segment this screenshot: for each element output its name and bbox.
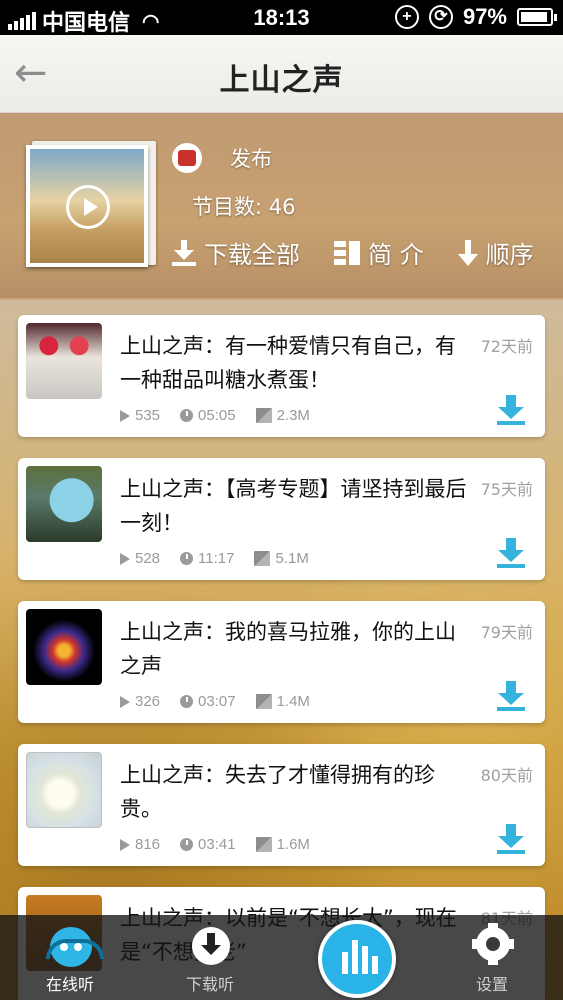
track-title: 上山之声：失去了才懂得拥有的珍贵。	[120, 763, 435, 821]
track-card[interactable]: 上山之声：【高考专题】请坚持到最后一刻！ 75天前 528 11:17 5.1M	[18, 458, 545, 580]
download-icon[interactable]	[497, 681, 525, 713]
track-meta: 816 03:41 1.6M	[120, 836, 310, 853]
play-count-icon	[120, 838, 130, 851]
file-size-icon	[255, 694, 272, 709]
clock-icon	[180, 838, 194, 851]
download-all-button[interactable]: 下载全部	[172, 235, 300, 270]
track-age: 79天前	[480, 623, 533, 642]
status-bar: 中国电信 ◠ 18:13 + ⟳ 97%	[0, 0, 563, 35]
track-meta: 535 05:05 2.3M	[120, 407, 310, 424]
file-size-icon	[255, 837, 272, 852]
intro-button[interactable]: 简 介	[334, 235, 424, 270]
tab-settings[interactable]: 设置	[432, 915, 552, 1000]
track-thumbnail	[26, 752, 102, 828]
gear-icon	[472, 923, 514, 965]
track-thumbnail	[26, 323, 102, 399]
online-listen-icon	[46, 927, 104, 967]
track-meta: 528 11:17 5.1M	[120, 550, 309, 567]
tab-online[interactable]: 在线听	[10, 915, 130, 1000]
track-card[interactable]: 上山之声：失去了才懂得拥有的珍贵。 80天前 816 03:41 1.6M	[18, 744, 545, 866]
intro-icon	[334, 240, 360, 265]
episode-count: 节目数: 46	[192, 195, 296, 219]
publisher-row: 发布	[172, 143, 272, 173]
album-cover[interactable]	[26, 141, 156, 271]
download-all-icon	[172, 239, 196, 266]
track-card[interactable]: 上山之声：我的喜马拉雅，你的上山之声 79天前 326 03:07 1.4M	[18, 601, 545, 723]
play-count-icon	[120, 552, 130, 565]
track-meta: 326 03:07 1.4M	[120, 693, 310, 710]
track-age: 75天前	[480, 480, 533, 499]
track-age: 80天前	[480, 766, 533, 785]
album-actions: 下载全部 简 介 顺序	[172, 235, 534, 270]
file-size-icon	[254, 551, 271, 566]
clock-icon	[180, 552, 194, 565]
rotation-lock-icon: ⟳	[428, 5, 453, 29]
battery-icon	[517, 8, 557, 26]
now-playing-button[interactable]	[318, 920, 396, 998]
sort-order-button[interactable]: 顺序	[457, 235, 534, 270]
file-size-icon	[255, 408, 272, 423]
play-count-icon	[120, 409, 130, 422]
navigation-bar: ← 上山之声	[0, 35, 563, 113]
download-icon[interactable]	[497, 395, 525, 427]
battery-percent: 97%	[462, 4, 507, 29]
track-title: 上山之声：【高考专题】请坚持到最后一刻！	[120, 477, 467, 535]
track-list: 上山之声：有一种爱情只有自己，有一种甜品叫糖水煮蛋！ 72天前 535 05:0…	[18, 315, 545, 1000]
download-icon[interactable]	[497, 538, 525, 570]
track-title: 上山之声：有一种爱情只有自己，有一种甜品叫糖水煮蛋！	[120, 334, 456, 392]
tab-download[interactable]: 下载听	[150, 915, 270, 1000]
track-title: 上山之声：我的喜马拉雅，你的上山之声	[120, 620, 456, 678]
album-header: 发布 节目数: 46 下载全部 简 介 顺序	[0, 113, 563, 298]
play-icon[interactable]	[66, 185, 110, 229]
publish-label: 发布	[230, 147, 272, 171]
sort-order-icon	[457, 239, 478, 266]
track-thumbnail	[26, 466, 102, 542]
download-icon[interactable]	[497, 824, 525, 856]
clock-icon	[180, 695, 194, 708]
page-title: 上山之声	[219, 63, 344, 98]
bottom-tab-bar: 在线听 下载听 设置	[0, 915, 563, 1000]
track-thumbnail	[26, 609, 102, 685]
location-icon: +	[394, 5, 419, 29]
publisher-avatar[interactable]	[172, 143, 202, 173]
clock-icon	[180, 409, 194, 422]
track-card[interactable]: 上山之声：有一种爱情只有自己，有一种甜品叫糖水煮蛋！ 72天前 535 05:0…	[18, 315, 545, 437]
download-listen-icon	[192, 927, 230, 965]
track-age: 72天前	[480, 337, 533, 356]
play-count-icon	[120, 695, 130, 708]
